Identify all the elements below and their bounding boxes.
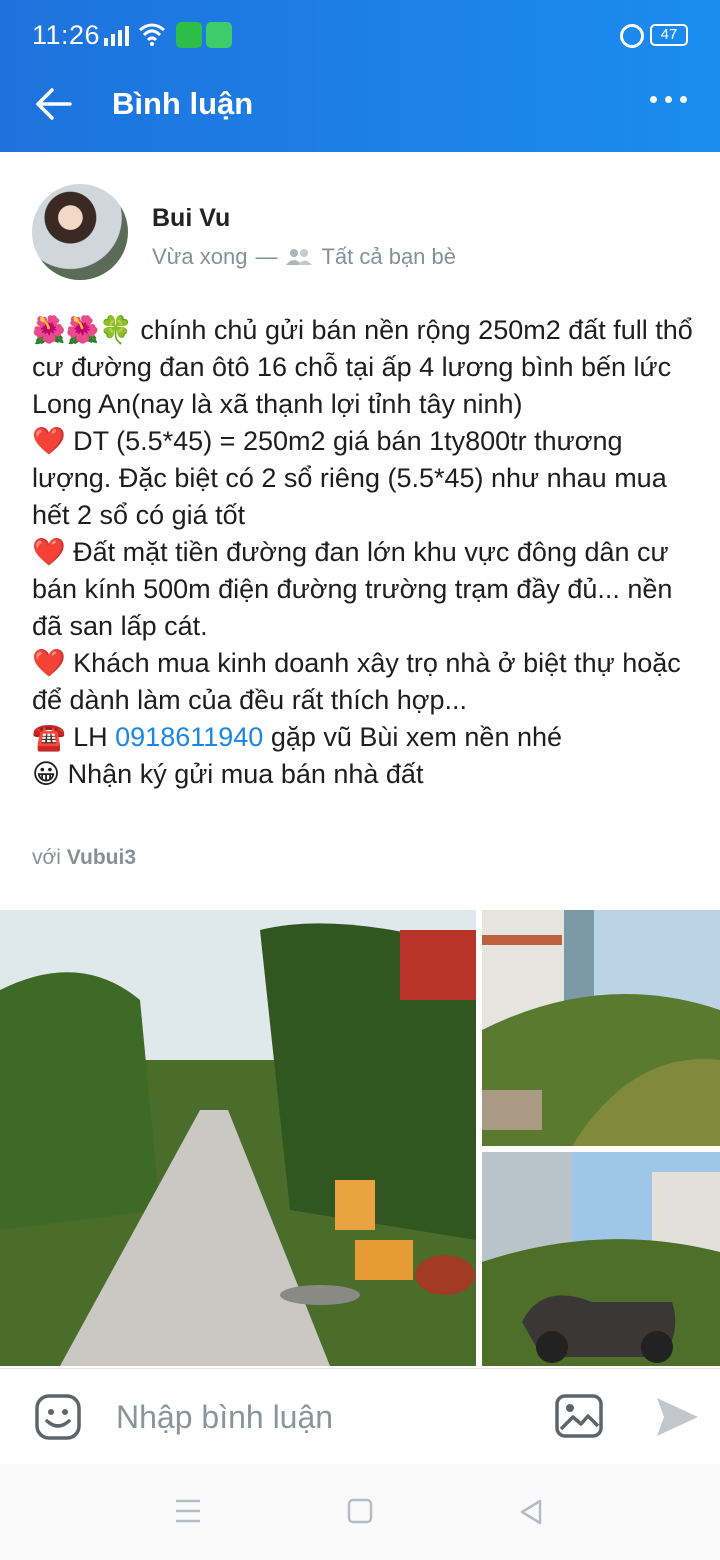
post-line: ❤️ Khách mua kinh doanh xây trọ nhà ở bi…	[32, 648, 681, 715]
post-line: ❤️ DT (5.5*45) = 250m2 giá bán 1ty800tr …	[32, 426, 667, 530]
app-bar: Bình luận	[0, 56, 720, 152]
menu-icon[interactable]	[174, 1498, 202, 1524]
contact-suffix: gặp vũ Bùi xem nền nhé	[263, 722, 563, 752]
emoji-icon[interactable]	[34, 1393, 82, 1441]
post-body: 🌺🌺🍀 chính chủ gửi bán nền rộng 250m2 đất…	[32, 312, 696, 793]
send-icon[interactable]	[654, 1395, 700, 1439]
comment-input[interactable]: Nhập bình luận	[116, 1393, 536, 1441]
contact-line: ☎️ LH 0918611940 gặp vũ Bùi xem nền nhé	[32, 719, 696, 756]
post-time: Vừa xong	[152, 244, 248, 269]
photo-land-1[interactable]	[482, 910, 720, 1146]
image-icon[interactable]	[554, 1393, 604, 1439]
home-square-icon[interactable]	[347, 1498, 373, 1524]
comment-composer: Nhập bình luận	[0, 1368, 720, 1464]
signal-icon	[104, 26, 129, 46]
photo-land-2[interactable]	[482, 1152, 720, 1366]
status-bar: 11:26 47	[0, 0, 720, 56]
alarm-icon	[620, 24, 644, 48]
post-line: 😀 Nhận ký gửi mua bán nhà đất	[32, 759, 424, 789]
status-time: 11:26	[32, 20, 101, 50]
post-line: ❤️ Đất mặt tiền đường đan lớn khu vực đô…	[32, 537, 673, 641]
author-name[interactable]: Bui Vu	[152, 204, 230, 233]
phone-link[interactable]: 0918611940	[115, 722, 263, 752]
friends-icon	[286, 249, 313, 265]
tagged-user[interactable]: Vubui3	[67, 846, 136, 869]
with-label: với	[32, 846, 61, 869]
system-nav-bar	[0, 1464, 720, 1560]
back-triangle-icon[interactable]	[518, 1498, 544, 1526]
avatar[interactable]	[32, 184, 128, 280]
wifi-icon	[139, 23, 165, 46]
arrow-left-icon[interactable]	[34, 84, 74, 124]
contact-prefix: ☎️ LH	[32, 722, 116, 752]
shield-icon	[176, 22, 202, 48]
post-meta: Vừa xong — Tất cả bạn bè	[152, 244, 456, 270]
battery-icon: 47	[650, 24, 688, 46]
meta-separator: —	[255, 244, 278, 269]
page-title: Bình luận	[112, 86, 254, 121]
tagged-users: với Vubui3	[32, 846, 136, 870]
chat-app-icon	[206, 22, 232, 48]
photo-road[interactable]	[0, 910, 476, 1366]
post-line: 🌺🌺🍀 chính chủ gửi bán nền rộng 250m2 đất…	[32, 315, 693, 419]
post-audience: Tất cả bạn bè	[321, 244, 457, 269]
more-dots-icon[interactable]	[650, 96, 687, 103]
photo-grid	[0, 910, 720, 1366]
